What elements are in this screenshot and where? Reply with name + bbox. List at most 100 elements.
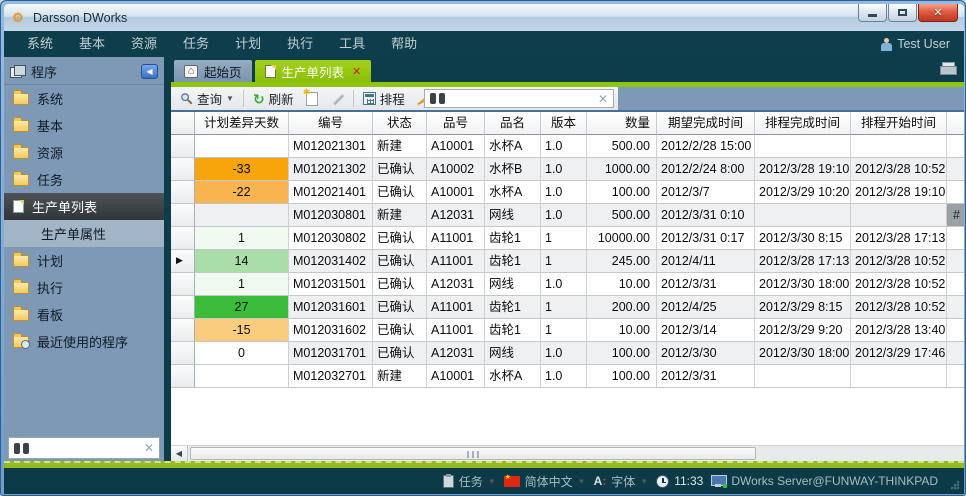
sidebar-item-task[interactable]: 任务 bbox=[4, 166, 164, 193]
row-selector[interactable] bbox=[171, 296, 195, 319]
sidebar-item-resource[interactable]: 资源 bbox=[4, 139, 164, 166]
sidebar-item-plan[interactable]: 计划 bbox=[4, 247, 164, 274]
table-row[interactable]: 27M012031601已确认A11001齿轮11200.002012/4/25… bbox=[171, 296, 964, 319]
tab-start-page[interactable]: ⌂ 起始页 bbox=[174, 60, 252, 82]
resize-grip-icon[interactable] bbox=[949, 480, 960, 491]
column-header-item_name[interactable]: 品名 bbox=[485, 112, 541, 135]
cell-item_name: 齿轮1 bbox=[485, 250, 541, 273]
row-selector[interactable] bbox=[171, 181, 195, 204]
row-selector[interactable] bbox=[171, 204, 195, 227]
column-header-diff[interactable]: 计划差异天数 bbox=[195, 112, 289, 135]
column-header-num[interactable]: 编号 bbox=[289, 112, 373, 135]
status-font-label: 字体 bbox=[611, 473, 635, 490]
cell-num: M012032701 bbox=[289, 365, 373, 388]
row-selector[interactable] bbox=[171, 365, 195, 388]
toolbar-search-input[interactable] bbox=[450, 91, 593, 107]
tab-label: 生产单列表 bbox=[282, 62, 345, 81]
current-user[interactable]: Test User bbox=[881, 31, 950, 57]
schedule-button[interactable]: 排程 bbox=[358, 88, 410, 109]
refresh-button[interactable]: ↻ 刷新 bbox=[248, 88, 299, 109]
toolbar-panel: 查询 ▼ ↻ 刷新 排程 bbox=[171, 87, 618, 110]
sidebar-splitter[interactable] bbox=[164, 57, 171, 461]
scroll-left-button[interactable]: ◀ bbox=[171, 446, 188, 461]
table-row[interactable]: -33M012021302已确认A10002水杯B1.01000.002012/… bbox=[171, 158, 964, 181]
current-row-arrow-icon: ▶ bbox=[176, 255, 183, 266]
grid-body: M012021301新建A10001水杯A1.0500.002012/2/28 … bbox=[171, 135, 964, 388]
row-selector[interactable] bbox=[171, 227, 195, 250]
toolbar-search-clear-icon[interactable]: ✕ bbox=[598, 92, 608, 106]
new-button[interactable] bbox=[301, 88, 323, 109]
cell-diff: 14 bbox=[195, 250, 289, 273]
column-header-status[interactable]: 状态 bbox=[373, 112, 427, 135]
menu-basic[interactable]: 基本 bbox=[66, 31, 118, 57]
printer-icon[interactable] bbox=[940, 62, 956, 74]
menu-system[interactable]: 系统 bbox=[14, 31, 66, 57]
sidebar-search-clear-icon[interactable]: ✕ bbox=[144, 441, 154, 455]
table-row[interactable]: 1M012031501已确认A12031网线1.010.002012/3/312… bbox=[171, 273, 964, 296]
sidebar-item-kanban[interactable]: 看板 bbox=[4, 301, 164, 328]
row-selector[interactable] bbox=[171, 273, 195, 296]
sidebar-item-production-order-properties[interactable]: 生产单属性 bbox=[4, 220, 164, 247]
sidebar-item-system[interactable]: 系统 bbox=[4, 85, 164, 112]
row-selector[interactable] bbox=[171, 319, 195, 342]
column-header-partial[interactable]: 能 bbox=[947, 112, 964, 135]
sidebar-collapse-button[interactable]: ◀ bbox=[141, 64, 158, 79]
column-header-item_no[interactable]: 品号 bbox=[427, 112, 485, 135]
sidebar-item-production-order-list[interactable]: 生产单列表 bbox=[4, 193, 164, 220]
row-selector[interactable]: ▶ bbox=[171, 250, 195, 273]
row-selector[interactable] bbox=[171, 135, 195, 158]
table-row[interactable]: 1M012030802已确认A11001齿轮1110000.002012/3/3… bbox=[171, 227, 964, 250]
title-bar[interactable]: ⚙ Darsson DWorks ✕ bbox=[4, 4, 964, 31]
cell-version: 1 bbox=[541, 227, 587, 250]
column-header-version[interactable]: 版本 bbox=[541, 112, 587, 135]
status-font[interactable]: A: 字体 ▼ bbox=[594, 473, 649, 490]
cell-sched_start: 2012/3/28 10:52 bbox=[851, 273, 947, 296]
close-button[interactable]: ✕ bbox=[918, 4, 958, 22]
query-button[interactable]: 查询 ▼ bbox=[175, 88, 239, 109]
status-language[interactable]: 简体中文 ▼ bbox=[504, 473, 586, 490]
cell-sched_end: 2012/3/30 18:00 bbox=[755, 342, 851, 365]
table-row[interactable]: M012032701新建A10001水杯A1.0100.002012/3/31 bbox=[171, 365, 964, 388]
menu-resource[interactable]: 资源 bbox=[118, 31, 170, 57]
cell-item_name: 网线 bbox=[485, 273, 541, 296]
menu-help[interactable]: 帮助 bbox=[378, 31, 430, 57]
status-task[interactable]: 任务 ▼ bbox=[443, 473, 496, 490]
table-row[interactable]: M012030801新建A12031网线1.0500.002012/3/31 0… bbox=[171, 204, 964, 227]
cell-qty: 500.00 bbox=[587, 204, 657, 227]
column-header-sched_start[interactable]: 排程开始时间 bbox=[851, 112, 947, 135]
sidebar-item-basic[interactable]: 基本 bbox=[4, 112, 164, 139]
table-row[interactable]: ▶14M012031402已确认A11001齿轮11245.002012/4/1… bbox=[171, 250, 964, 273]
edit-button[interactable] bbox=[325, 88, 349, 109]
grid-corner-cell[interactable] bbox=[171, 112, 195, 135]
menu-task[interactable]: 任务 bbox=[170, 31, 222, 57]
minimize-button[interactable] bbox=[858, 4, 887, 22]
column-header-qty[interactable]: 数量 bbox=[587, 112, 657, 135]
menu-execute[interactable]: 执行 bbox=[274, 31, 326, 57]
row-selector[interactable] bbox=[171, 158, 195, 181]
sidebar-item-execute[interactable]: 执行 bbox=[4, 274, 164, 301]
sidebar-header-label: 程序 bbox=[31, 62, 141, 81]
menu-tools[interactable]: 工具 bbox=[326, 31, 378, 57]
sidebar-item-label: 资源 bbox=[37, 143, 63, 162]
column-header-expect[interactable]: 期望完成时间 bbox=[657, 112, 755, 135]
tab-close-icon[interactable]: ✕ bbox=[352, 65, 361, 78]
sidebar-search-input[interactable] bbox=[34, 440, 139, 456]
cell-sched_start bbox=[851, 135, 947, 158]
cell-qty: 100.00 bbox=[587, 365, 657, 388]
horizontal-scrollbar[interactable]: ◀ bbox=[171, 445, 964, 461]
maximize-button[interactable] bbox=[888, 4, 917, 22]
table-row[interactable]: 0M012031701已确认A12031网线1.0100.002012/3/30… bbox=[171, 342, 964, 365]
scrollbar-thumb[interactable] bbox=[190, 447, 756, 460]
table-row[interactable]: M012021301新建A10001水杯A1.0500.002012/2/28 … bbox=[171, 135, 964, 158]
tab-production-order-list[interactable]: 生产单列表 ✕ bbox=[255, 60, 372, 82]
pencil-icon bbox=[330, 92, 344, 106]
cell-item_name: 网线 bbox=[485, 204, 541, 227]
sidebar-item-recent-programs[interactable]: 最近使用的程序 bbox=[4, 328, 164, 355]
row-selector[interactable] bbox=[171, 342, 195, 365]
sidebar-header: 程序 ◀ bbox=[4, 57, 164, 85]
column-header-sched_end[interactable]: 排程完成时间 bbox=[755, 112, 851, 135]
table-row[interactable]: -15M012031602已确认A11001齿轮1110.002012/3/14… bbox=[171, 319, 964, 342]
binoculars-icon bbox=[14, 443, 29, 454]
menu-plan[interactable]: 计划 bbox=[222, 31, 274, 57]
table-row[interactable]: -22M012021401已确认A10001水杯A1.0100.002012/3… bbox=[171, 181, 964, 204]
